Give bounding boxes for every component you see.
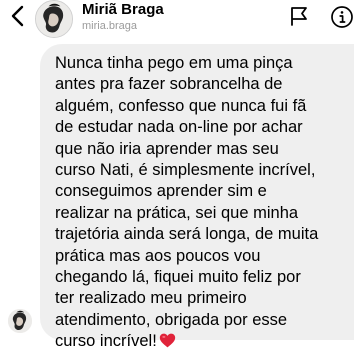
contact-username: miria.braga [82,20,138,32]
info-icon[interactable] [330,5,354,29]
contact-avatar[interactable] [35,0,73,38]
back-chevron-icon[interactable] [9,5,27,27]
flag-icon[interactable] [290,6,308,26]
message-sender-avatar[interactable] [8,309,32,333]
message-text: Nunca tinha pego em uma pinça antes pra … [55,53,350,353]
avatar-image [36,1,72,37]
message-bubble[interactable]: Nunca tinha pego em uma pinça antes pra … [40,44,354,350]
avatar-image [8,309,32,333]
contact-name[interactable]: Miriã Braga [82,1,164,18]
message-body: Nunca tinha pego em uma pinça antes pra … [55,54,319,351]
